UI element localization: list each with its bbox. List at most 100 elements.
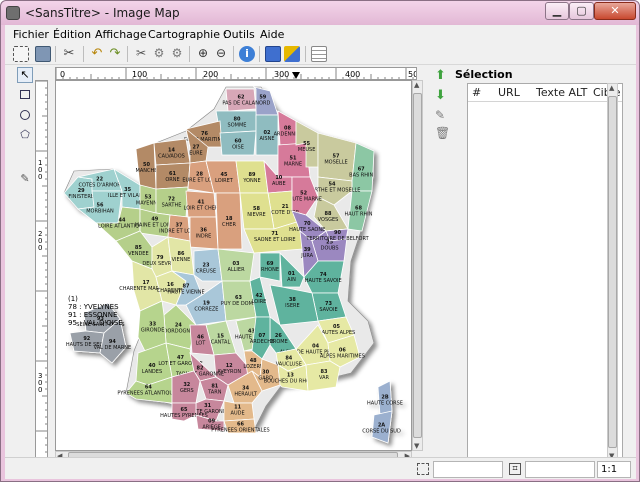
- grid-icon[interactable]: [311, 46, 327, 62]
- ruler-position-marker-icon: [292, 72, 300, 79]
- toolbar-separator: [83, 46, 84, 62]
- ruler-label: 50: [408, 70, 417, 79]
- department-name-label: VAR: [319, 375, 330, 381]
- menu-aide[interactable]: Aide: [260, 28, 284, 41]
- close-button[interactable]: ✕: [594, 2, 636, 20]
- department-name-label: HAUTE SAONE: [289, 227, 325, 233]
- area-dimension-icon: [417, 463, 429, 475]
- department-name-label: RHONE: [261, 267, 279, 273]
- minimize-button[interactable]: ▁: [545, 2, 569, 20]
- department-name-label: GIRONDE: [141, 328, 165, 334]
- menu-outils[interactable]: Outils: [223, 28, 255, 41]
- map-info-icon[interactable]: [265, 46, 281, 62]
- move-up-icon[interactable]: ⬆: [435, 69, 449, 83]
- canvas-frame: 0 100 200 300 400 50 1 0 0 2 0 0: [33, 65, 423, 465]
- department-name-label: FINISTERE: [68, 194, 94, 200]
- zoom-level: 1:1: [597, 461, 631, 478]
- polygon-tool-icon[interactable]: ⬠: [17, 127, 33, 143]
- copy-area-icon[interactable]: ⚙: [151, 46, 167, 62]
- menu-cartographie[interactable]: Cartographie :: [148, 28, 227, 41]
- save-icon[interactable]: [35, 46, 51, 62]
- department-name-label: LOIR ET CHER: [184, 206, 219, 212]
- paste-area-icon[interactable]: ⚙: [169, 46, 185, 62]
- column-url[interactable]: URL: [498, 86, 520, 99]
- area-list-icon[interactable]: [284, 46, 300, 62]
- column-number[interactable]: #: [472, 86, 481, 99]
- new-map-icon[interactable]: [13, 46, 29, 62]
- canvas-vertical-scrollbar[interactable]: ▲ ▼: [412, 80, 423, 451]
- move-down-icon[interactable]: ⬇: [435, 89, 449, 103]
- department-name-label: ORNE: [165, 177, 179, 183]
- selection-scroll-thumb[interactable]: [608, 96, 617, 448]
- department-name-label: CALVADOS: [158, 154, 185, 160]
- department-name-label: SAONE ET LOIRE: [254, 237, 295, 243]
- department-name-label: AUDE: [231, 410, 245, 416]
- redo-icon[interactable]: ↷: [107, 46, 123, 62]
- selection-vertical-scrollbar[interactable]: ▲ ▼: [607, 83, 618, 461]
- department-name-label: CANTAL: [211, 340, 231, 346]
- menu-affichage[interactable]: Affichage: [95, 28, 147, 41]
- department-name-label: SARTHE: [162, 203, 182, 209]
- department-name-label: HAUT RHIN: [345, 212, 373, 218]
- scroll-down-icon[interactable]: ▼: [414, 442, 419, 450]
- ruler-label: 0: [60, 70, 65, 79]
- info-icon[interactable]: i: [239, 46, 255, 62]
- horizontal-ruler-ticks: 0 100 200 300 400 50: [56, 68, 417, 79]
- cut-area-icon[interactable]: ✂: [133, 46, 149, 62]
- undo-icon[interactable]: ↶: [89, 46, 105, 62]
- selection-table-header: # URL Texte ALT Cible: [468, 84, 622, 102]
- menu-fichier[interactable]: Fichier: [13, 28, 49, 41]
- app-window: <SansTitre> - Image Map ▁ ▢ ✕ Fichier Éd…: [0, 0, 640, 482]
- department-name-label: CORSE DU SUD: [362, 429, 401, 435]
- edit-area-tool-icon[interactable]: ✎: [17, 171, 33, 187]
- department-name-label: HAUTE SAVOIE: [305, 278, 342, 284]
- department-name-label: DORDOGNE: [163, 328, 193, 334]
- ruler-label: 100: [132, 70, 147, 79]
- cut-icon[interactable]: ✂: [61, 46, 77, 62]
- department-name-label: ALPES MARITIMES: [320, 354, 365, 360]
- selection-size-icon: ⌗: [509, 463, 521, 475]
- department-name-label: SOMME: [228, 123, 247, 129]
- toolbar: ✂ ↶ ↷ ✂ ⚙ ⚙ ⊕ ⊖ i: [5, 43, 636, 65]
- menu-edition[interactable]: Édition: [53, 28, 91, 41]
- arrow-tool-icon[interactable]: ↖: [17, 67, 33, 83]
- department-name-label: MORBIHAN: [86, 208, 114, 214]
- department-name-label: HAUTE CORSE: [367, 401, 403, 407]
- delete-selection-icon[interactable]: 🗑: [435, 127, 450, 141]
- department-name-label: PYRENEES ATLANTIQUES: [117, 391, 179, 397]
- rectangle-tool-icon[interactable]: [17, 87, 33, 103]
- edit-selection-icon[interactable]: ✎: [435, 109, 449, 123]
- scroll-up-icon[interactable]: ▲: [609, 84, 614, 92]
- scroll-up-icon[interactable]: ▲: [414, 81, 419, 89]
- department-name-label: CORREZE: [194, 306, 218, 312]
- department-name-label: AISNE: [260, 136, 275, 142]
- title-bar[interactable]: <SansTitre> - Image Map ▁ ▢ ✕: [1, 1, 639, 25]
- department-name-label: ISERE: [285, 303, 299, 309]
- department-name-label: MARNE: [284, 162, 302, 168]
- canvas-vertical-scroll-thumb[interactable]: [413, 93, 422, 438]
- menu-bar: Fichier Édition Affichage Cartographie :…: [5, 25, 636, 43]
- france-departments-map[interactable]: 62PAS DE CALAIS59NORD80SOMME76SEINE MARI…: [56, 81, 412, 451]
- selection-title: Sélection: [455, 68, 513, 81]
- department-name-label: MOSELLE: [324, 160, 347, 166]
- zoom-in-icon[interactable]: ⊕: [195, 46, 211, 62]
- ruler-label: 0: [38, 386, 42, 394]
- maximize-button[interactable]: ▢: [569, 2, 594, 20]
- zoom-out-icon[interactable]: ⊖: [213, 46, 229, 62]
- selection-table[interactable]: # URL Texte ALT Cible: [467, 83, 623, 461]
- column-alt-text[interactable]: Texte ALT: [536, 86, 587, 99]
- window-title: <SansTitre> - Image Map: [25, 6, 180, 20]
- idf-legend-text: (1) 78 : YVELYNES 91 : ESSONNE 95 : VAL …: [68, 295, 123, 327]
- map-canvas[interactable]: 62 PAS DE CALAIS 59 NORD 80 SOMME 76 SEINE MARI…: [55, 80, 412, 451]
- department-name-label: GERS: [180, 388, 194, 394]
- client-area: Fichier Édition Affichage Cartographie :…: [5, 25, 636, 479]
- department-name-label: LOIRET: [215, 178, 234, 184]
- selection-actions: ⬆ ⬇ ✎ 🗑: [431, 67, 453, 167]
- department-name-label: NIEVRE: [247, 212, 265, 218]
- department-name-label: INDRE: [196, 234, 212, 240]
- department-name-label: VAL DE MARNE: [94, 345, 132, 351]
- circle-tool-icon[interactable]: [17, 107, 33, 123]
- vertical-ruler: 1 0 0 2 0 0 3 0 0: [35, 80, 48, 460]
- vertical-ruler-ticks: 1 0 0 2 0 0 3 0 0: [36, 81, 47, 459]
- department-name-label: LOZERE: [243, 364, 263, 370]
